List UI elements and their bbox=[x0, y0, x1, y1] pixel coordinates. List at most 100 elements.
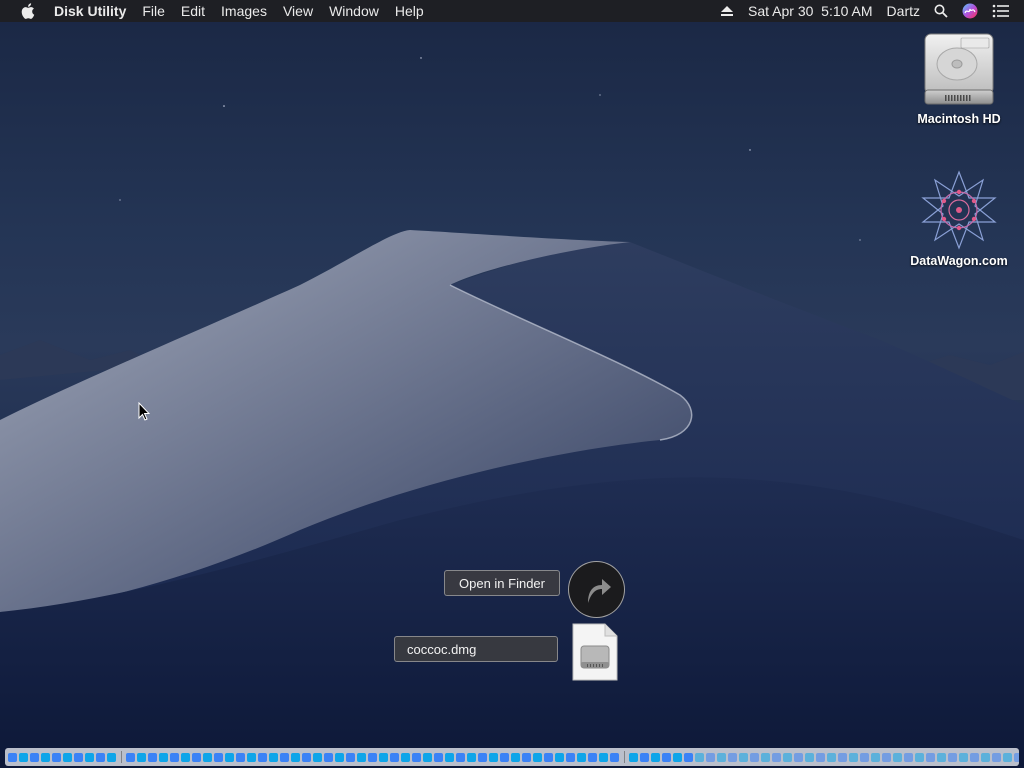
dock-app-icon[interactable] bbox=[489, 752, 498, 762]
desktop-icon-datawagon[interactable]: DataWagon.com bbox=[904, 170, 1014, 268]
dock-app-icon[interactable] bbox=[423, 752, 432, 762]
dock-app-icon[interactable] bbox=[599, 752, 608, 762]
siri-icon[interactable] bbox=[955, 0, 985, 22]
dock-app-icon[interactable] bbox=[827, 752, 836, 762]
dock-app-icon[interactable] bbox=[728, 752, 737, 762]
dock-app-icon[interactable] bbox=[959, 752, 968, 762]
dock-app-icon[interactable] bbox=[981, 752, 990, 762]
notification-center-icon[interactable] bbox=[985, 0, 1024, 22]
menu-help[interactable]: Help bbox=[387, 0, 432, 22]
app-menu-disk-utility[interactable]: Disk Utility bbox=[54, 0, 134, 22]
dock-app-icon[interactable] bbox=[882, 752, 891, 762]
dock-app-icon[interactable] bbox=[302, 752, 311, 762]
dock-app-icon[interactable] bbox=[63, 752, 72, 762]
dock-app-icon[interactable] bbox=[313, 752, 322, 762]
dock-app-icon[interactable] bbox=[137, 752, 146, 762]
dock-app-icon[interactable] bbox=[610, 752, 619, 762]
dock-app-icon[interactable] bbox=[783, 752, 792, 762]
desktop-icon-macintosh-hd[interactable]: Macintosh HD bbox=[904, 32, 1014, 126]
dock-app-icon[interactable] bbox=[52, 752, 61, 762]
dock-app-icon[interactable] bbox=[30, 752, 39, 762]
dock-app-icon[interactable] bbox=[203, 752, 212, 762]
dock-app-icon[interactable] bbox=[269, 752, 278, 762]
dock-app-icon[interactable] bbox=[717, 752, 726, 762]
dock-app-icon[interactable] bbox=[434, 752, 443, 762]
dock-app-icon[interactable] bbox=[948, 752, 957, 762]
dock-app-icon[interactable] bbox=[588, 752, 597, 762]
dock-app-icon[interactable] bbox=[1014, 752, 1019, 762]
dock-app-icon[interactable] bbox=[181, 752, 190, 762]
dock-app-icon[interactable] bbox=[750, 752, 759, 762]
dock-app-icon[interactable] bbox=[379, 752, 388, 762]
open-in-finder-button[interactable]: Open in Finder bbox=[444, 570, 560, 596]
dock-app-icon[interactable] bbox=[577, 752, 586, 762]
spotlight-search-icon[interactable] bbox=[927, 0, 955, 22]
dock-app-icon[interactable] bbox=[640, 752, 649, 762]
dock-app-icon[interactable] bbox=[772, 752, 781, 762]
disk-image-file-icon[interactable] bbox=[571, 622, 619, 682]
dock-app-icon[interactable] bbox=[904, 752, 913, 762]
dock-app-icon[interactable] bbox=[8, 752, 17, 762]
reveal-in-finder-button[interactable] bbox=[568, 561, 625, 618]
dock-app-icon[interactable] bbox=[500, 752, 509, 762]
dock-app-icon[interactable] bbox=[225, 752, 234, 762]
dock-app-icon[interactable] bbox=[970, 752, 979, 762]
menu-edit[interactable]: Edit bbox=[173, 0, 213, 22]
dock-app-icon[interactable] bbox=[706, 752, 715, 762]
downloaded-file-name[interactable]: coccoc.dmg bbox=[394, 636, 558, 662]
dock-app-icon[interactable] bbox=[816, 752, 825, 762]
dock-app-icon[interactable] bbox=[695, 752, 704, 762]
dock-app-icon[interactable] bbox=[992, 752, 1001, 762]
dock-app-icon[interactable] bbox=[170, 752, 179, 762]
dock-app-icon[interactable] bbox=[126, 752, 135, 762]
dock-app-icon[interactable] bbox=[258, 752, 267, 762]
dock-app-icon[interactable] bbox=[192, 752, 201, 762]
dock-app-icon[interactable] bbox=[247, 752, 256, 762]
dock-app-icon[interactable] bbox=[662, 752, 671, 762]
dock-app-icon[interactable] bbox=[74, 752, 83, 762]
dock-app-icon[interactable] bbox=[673, 752, 682, 762]
eject-icon[interactable] bbox=[713, 0, 741, 22]
dock-app-icon[interactable] bbox=[401, 752, 410, 762]
dock-app-icon[interactable] bbox=[236, 752, 245, 762]
dock-app-icon[interactable] bbox=[739, 752, 748, 762]
dock-app-icon[interactable] bbox=[368, 752, 377, 762]
dock-app-icon[interactable] bbox=[19, 752, 28, 762]
dock-app-icon[interactable] bbox=[860, 752, 869, 762]
dock-app-icon[interactable] bbox=[107, 752, 116, 762]
dock-app-icon[interactable] bbox=[291, 752, 300, 762]
dock-app-icon[interactable] bbox=[324, 752, 333, 762]
dock-app-icon[interactable] bbox=[159, 752, 168, 762]
dock-app-icon[interactable] bbox=[555, 752, 564, 762]
dock-app-icon[interactable] bbox=[893, 752, 902, 762]
menu-view[interactable]: View bbox=[275, 0, 321, 22]
dock-app-icon[interactable] bbox=[761, 752, 770, 762]
dock-app-icon[interactable] bbox=[346, 752, 355, 762]
dock-app-icon[interactable] bbox=[629, 752, 638, 762]
dock-app-icon[interactable] bbox=[926, 752, 935, 762]
dock-app-icon[interactable] bbox=[533, 752, 542, 762]
dock-app-icon[interactable] bbox=[148, 752, 157, 762]
apple-logo-icon[interactable] bbox=[18, 2, 38, 20]
dock-app-icon[interactable] bbox=[96, 752, 105, 762]
menu-window[interactable]: Window bbox=[321, 0, 387, 22]
dock-app-icon[interactable] bbox=[335, 752, 344, 762]
dock-app-icon[interactable] bbox=[85, 752, 94, 762]
dock-app-icon[interactable] bbox=[871, 752, 880, 762]
dock-app-icon[interactable] bbox=[566, 752, 575, 762]
dock-app-icon[interactable] bbox=[805, 752, 814, 762]
dock-app-icon[interactable] bbox=[838, 752, 847, 762]
menu-images[interactable]: Images bbox=[213, 0, 275, 22]
dock-app-icon[interactable] bbox=[849, 752, 858, 762]
dock-app-icon[interactable] bbox=[280, 752, 289, 762]
dock-app-icon[interactable] bbox=[544, 752, 553, 762]
dock-app-icon[interactable] bbox=[684, 752, 693, 762]
dock-app-icon[interactable] bbox=[412, 752, 421, 762]
dock-app-icon[interactable] bbox=[794, 752, 803, 762]
dock-app-icon[interactable] bbox=[1003, 752, 1012, 762]
dock-app-icon[interactable] bbox=[522, 752, 531, 762]
dock-app-icon[interactable] bbox=[456, 752, 465, 762]
dock-app-icon[interactable] bbox=[390, 752, 399, 762]
dock-app-icon[interactable] bbox=[915, 752, 924, 762]
clock[interactable]: Sat Apr 30 5:10 AM bbox=[741, 0, 880, 22]
